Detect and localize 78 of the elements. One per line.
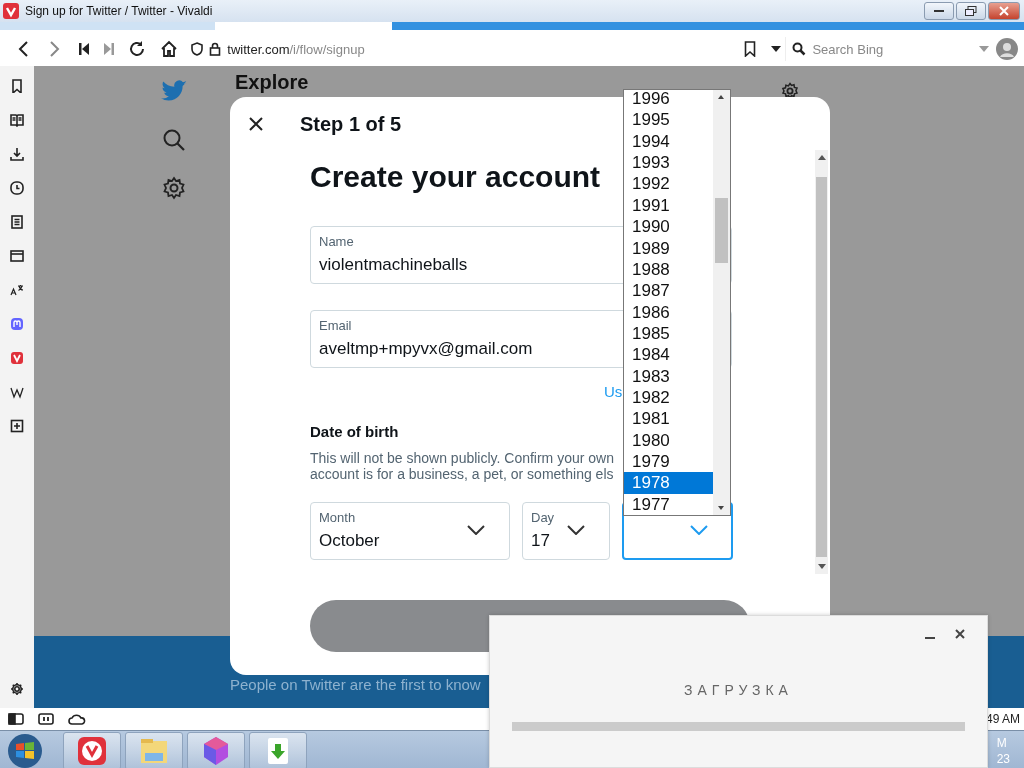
dropdown-option[interactable]: 1978 <box>624 472 713 494</box>
dropdown-option[interactable]: 1988 <box>624 258 713 281</box>
search-field[interactable]: Search Bing <box>785 37 990 61</box>
rewind-icon[interactable] <box>77 42 90 56</box>
year-dropdown-menu[interactable]: 1996 1995 1994 1993 1992 1991 1990 1989 1988 1987 1986 1985 1984 1983 1982 1981 1980 1979 1978 1977 <box>623 89 731 516</box>
taskbar-clock: M 23 <box>996 734 1010 767</box>
dropdown-option[interactable]: 1977 <box>624 493 713 515</box>
restore-icon <box>965 6 977 16</box>
fast-forward-icon[interactable] <box>102 42 115 56</box>
dropdown-option[interactable]: 1981 <box>624 408 713 430</box>
taskbar-button[interactable] <box>249 731 307 768</box>
profile-avatar-icon[interactable] <box>995 38 1018 60</box>
cloud-icon[interactable] <box>68 713 86 725</box>
loading-label: ЗАГРУЗКА <box>684 682 793 698</box>
vivaldi-logo-icon <box>3 3 19 19</box>
settings-icon[interactable] <box>162 176 186 200</box>
minimize-icon <box>925 637 935 639</box>
dropdown-option[interactable]: 1995 <box>624 109 713 131</box>
restore-button[interactable] <box>956 2 986 20</box>
chevron-icon <box>467 525 485 535</box>
scrollbar[interactable] <box>815 150 828 574</box>
chevron-icon <box>690 525 708 535</box>
banner-text: People on Twitter are the first to know <box>230 676 481 693</box>
step-indicator: Step 1 of 5 <box>300 112 402 136</box>
close-icon <box>248 116 264 132</box>
page-header: Explore <box>235 71 309 94</box>
dropdown-option[interactable]: 1991 <box>624 194 713 217</box>
bookmark-icon[interactable] <box>744 41 757 57</box>
taskbar-button[interactable] <box>63 731 121 768</box>
download-icon[interactable] <box>10 147 24 161</box>
dropdown-option[interactable]: 1983 <box>624 365 713 388</box>
add-panel-icon[interactable] <box>10 419 24 433</box>
bookmark-icon[interactable] <box>10 79 24 93</box>
dropdown-option[interactable]: 1993 <box>624 152 713 174</box>
book-icon[interactable] <box>10 113 24 127</box>
dropdown-option[interactable]: 1985 <box>624 322 713 345</box>
dropdown-option[interactable]: 1996 <box>624 90 713 110</box>
dropdown-caret-icon <box>979 46 990 52</box>
window-title: Sign up for Twitter / Twitter - Vivaldi <box>25 4 214 18</box>
address-field[interactable]: twitter.com/i/flow/signup <box>191 37 735 61</box>
taskbar-button[interactable] <box>187 731 245 768</box>
dropdown-option[interactable]: 1989 <box>624 237 713 259</box>
minimize-button[interactable] <box>924 2 954 20</box>
dialog-heading: Create your account <box>310 159 601 195</box>
minimize-icon <box>934 9 944 13</box>
clock-icon[interactable] <box>10 181 24 195</box>
vivaldi-icon[interactable] <box>10 351 24 365</box>
chevron-icon <box>567 525 585 535</box>
help-text: This will not be shown publicly. Confirm your own account is for a business, a pet, or something els <box>310 450 614 482</box>
section-title: Date of birth <box>310 422 399 442</box>
close-icon <box>999 6 1009 16</box>
reload-icon[interactable] <box>128 40 147 58</box>
window-icon[interactable] <box>10 249 24 263</box>
search-icon[interactable] <box>162 128 186 152</box>
close-icon <box>955 629 965 639</box>
dropdown-option[interactable]: 1982 <box>624 387 713 409</box>
tile-icon[interactable] <box>38 713 54 725</box>
lock-icon <box>209 42 222 56</box>
dropdown-caret-icon[interactable] <box>770 46 781 52</box>
day-select[interactable]: Day 17 <box>522 502 610 560</box>
dropdown-option[interactable]: 1979 <box>624 451 713 473</box>
scrollbar[interactable] <box>713 90 730 515</box>
shield-icon <box>191 42 204 56</box>
translate-icon[interactable] <box>10 283 24 297</box>
settings-icon[interactable] <box>781 82 799 100</box>
settings-icon[interactable] <box>10 682 24 696</box>
notes-icon[interactable] <box>10 215 24 229</box>
vivaldi-app-icon <box>76 734 108 767</box>
dropdown-option[interactable]: 1980 <box>624 429 713 452</box>
mastodon-icon[interactable] <box>10 317 24 331</box>
home-icon[interactable] <box>160 40 179 58</box>
dropdown-option[interactable]: 1994 <box>624 130 713 153</box>
dropdown-option[interactable]: 1992 <box>624 173 713 195</box>
wikipedia-icon[interactable] <box>10 385 24 399</box>
start-button[interactable] <box>7 732 43 768</box>
dropdown-option[interactable]: 1984 <box>624 344 713 366</box>
month-select[interactable]: Month October <box>310 502 510 560</box>
panel-toggle-icon[interactable] <box>8 713 24 725</box>
